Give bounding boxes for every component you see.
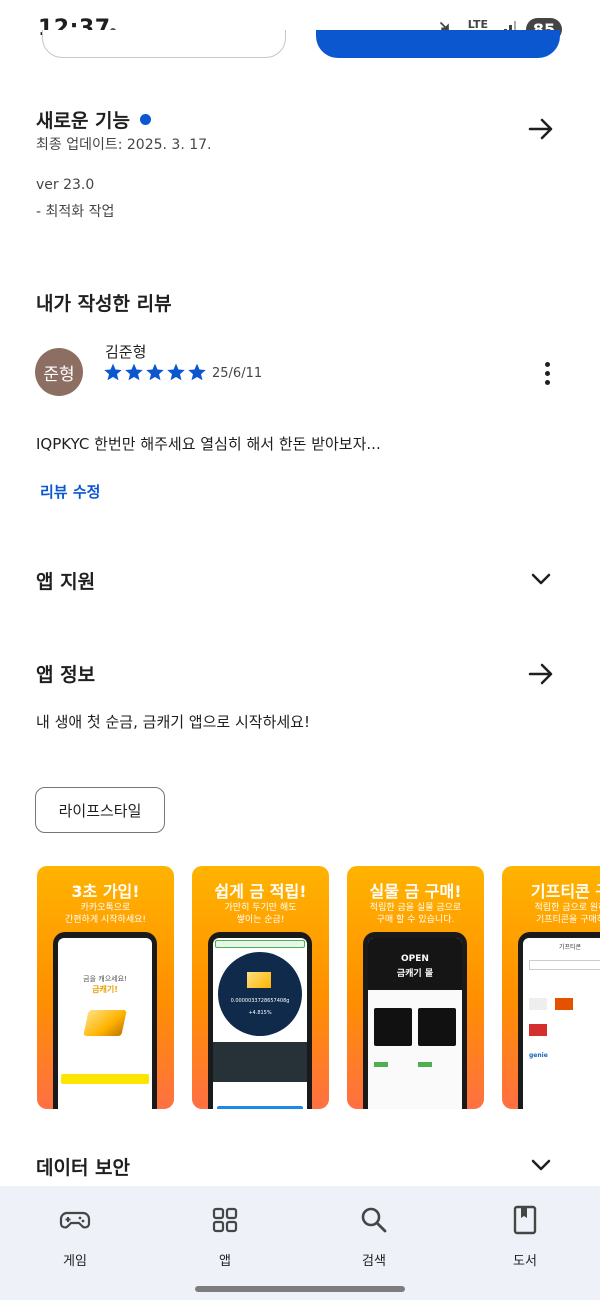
product-tag: [418, 1062, 432, 1067]
screenshot-subtitle: 가만히 두기만 해도 쌓이는 순금!: [224, 903, 297, 925]
balance-circle: [218, 952, 302, 1036]
nav-label: 앱: [219, 1254, 231, 1269]
app-description: 내 생애 첫 순금, 금캐기 앱으로 시작하세요!: [36, 713, 310, 731]
product-card: [374, 1008, 412, 1046]
book-icon: [513, 1205, 537, 1235]
product-tag: [374, 1062, 388, 1067]
search-icon: [361, 1207, 387, 1233]
nav-label: 도서: [513, 1254, 537, 1269]
version-text: ver 23.0: [36, 177, 95, 193]
screen-text: 기프티콘: [558, 944, 582, 951]
more-options-icon[interactable]: [532, 358, 562, 388]
brand-tile: [529, 1024, 547, 1036]
brand-tile: [555, 998, 573, 1010]
screen-text: 금캐기 몰: [396, 969, 434, 979]
screen-text: genie: [529, 1052, 548, 1059]
screenshot-carousel[interactable]: 3초 가입! 카카오톡으로 간편하게 시작하세요! 금을 캐으세요! 금캐기! …: [37, 866, 600, 1109]
whats-new-title: 새로운 기능: [36, 106, 152, 133]
screenshot-subtitle: 카카오톡으로 간편하게 시작하세요!: [65, 903, 146, 925]
screenshot-2[interactable]: 쉽게 금 적립! 가만히 두기만 해도 쌓이는 순금! 0.0000033728…: [192, 866, 329, 1109]
search-box: [529, 960, 600, 970]
screen-text: +4.815%: [248, 1010, 272, 1016]
balance-bar: [215, 940, 305, 948]
kakao-login-button: [61, 1074, 149, 1084]
screenshot-3[interactable]: 실물 금 구매! 적립한 금을 실물 금으로 구매 할 수 있습니다. OPEN…: [347, 866, 484, 1109]
star-icon: [146, 363, 164, 381]
screenshot-4[interactable]: 기프티콘 구 적립한 금으로 원하 기프티콘을 구매하 기프티콘 genie: [502, 866, 600, 1109]
bottom-navigation: 게임 앱 검색 도서: [0, 1186, 600, 1300]
mall-banner: [368, 938, 462, 990]
category-chip[interactable]: 라이프스타일: [35, 787, 165, 833]
star-icon: [188, 363, 206, 381]
screenshot-1[interactable]: 3초 가입! 카카오톡으로 간편하게 시작하세요! 금을 캐으세요! 금캐기!: [37, 866, 174, 1109]
screenshot-title: 쉽게 금 적립!: [214, 882, 307, 901]
nav-search[interactable]: 검색: [324, 1204, 424, 1269]
review-text: IQPKYC 한번만 해주세요 열심히 해서 한돈 받아보자...: [36, 435, 381, 453]
avatar: 준형: [35, 348, 83, 396]
app-info-title[interactable]: 앱 정보: [36, 660, 95, 687]
phone-screen: 금을 캐으세요! 금캐기!: [58, 938, 152, 1109]
nav-books[interactable]: 도서: [475, 1204, 575, 1269]
reviewer-name: 김준형: [105, 343, 147, 361]
uninstall-button[interactable]: [42, 30, 286, 58]
nav-label: 검색: [362, 1254, 386, 1269]
product-card: [418, 1008, 456, 1046]
star-icon: [104, 363, 122, 381]
collect-button: [217, 1106, 303, 1109]
open-button[interactable]: [316, 30, 560, 58]
gold-bars-icon: [247, 972, 271, 988]
arrow-right-icon[interactable]: [526, 114, 556, 144]
arrow-right-icon[interactable]: [526, 659, 556, 689]
phone-screen: OPEN 금캐기 몰: [368, 938, 462, 1109]
gamepad-icon: [59, 1211, 91, 1229]
phone-mockup: 기프티콘 genie: [518, 932, 600, 1109]
screenshot-title: 기프티콘 구: [530, 882, 600, 901]
screenshot-title: 3초 가입!: [71, 882, 140, 901]
last-updated: 최종 업데이트: 2025. 3. 17.: [36, 137, 212, 153]
info-panel: [213, 1042, 307, 1082]
apps-grid-icon: [212, 1207, 238, 1233]
brand-tile: [529, 998, 547, 1010]
new-indicator-dot: [140, 114, 152, 125]
nav-label: 게임: [63, 1254, 87, 1269]
phone-mockup: 0.0000033728657408g +4.815%: [208, 932, 312, 1109]
edit-review-link[interactable]: 리뷰 수정: [40, 481, 100, 502]
phone-mockup: 금을 캐으세요! 금캐기!: [53, 932, 157, 1109]
gold-bars-icon: [83, 1010, 127, 1036]
phone-screen: 0.0000033728657408g +4.815%: [213, 938, 307, 1109]
screen-text: 금캐기!: [92, 985, 118, 994]
phone-screen: 기프티콘 genie: [523, 938, 600, 1109]
screen-text: 금을 캐으세요!: [83, 975, 127, 983]
phone-mockup: OPEN 금캐기 몰: [363, 932, 467, 1109]
star-icon: [125, 363, 143, 381]
star-icon: [167, 363, 185, 381]
update-note: - 최적화 작업: [36, 204, 115, 220]
chevron-down-icon[interactable]: [526, 564, 556, 594]
chevron-down-icon[interactable]: [526, 1150, 556, 1180]
screenshot-subtitle: 적립한 금으로 원하 기프티콘을 구매하: [534, 903, 600, 925]
screenshot-title: 실물 금 구매!: [369, 882, 462, 901]
home-indicator[interactable]: [195, 1286, 405, 1292]
nav-games[interactable]: 게임: [25, 1204, 125, 1269]
screen-text: OPEN: [401, 954, 429, 964]
rating-stars: [103, 362, 207, 382]
screen-text: 0.0000033728657408g: [230, 998, 290, 1004]
data-safety-title[interactable]: 데이터 보안: [36, 1153, 130, 1180]
review-date: 25/6/11: [212, 366, 263, 381]
screenshot-subtitle: 적립한 금을 실물 금으로 구매 할 수 있습니다.: [369, 903, 462, 925]
nav-apps[interactable]: 앱: [175, 1204, 275, 1269]
my-review-title: 내가 작성한 리뷰: [36, 293, 172, 315]
app-support-title[interactable]: 앱 지원: [36, 567, 95, 594]
